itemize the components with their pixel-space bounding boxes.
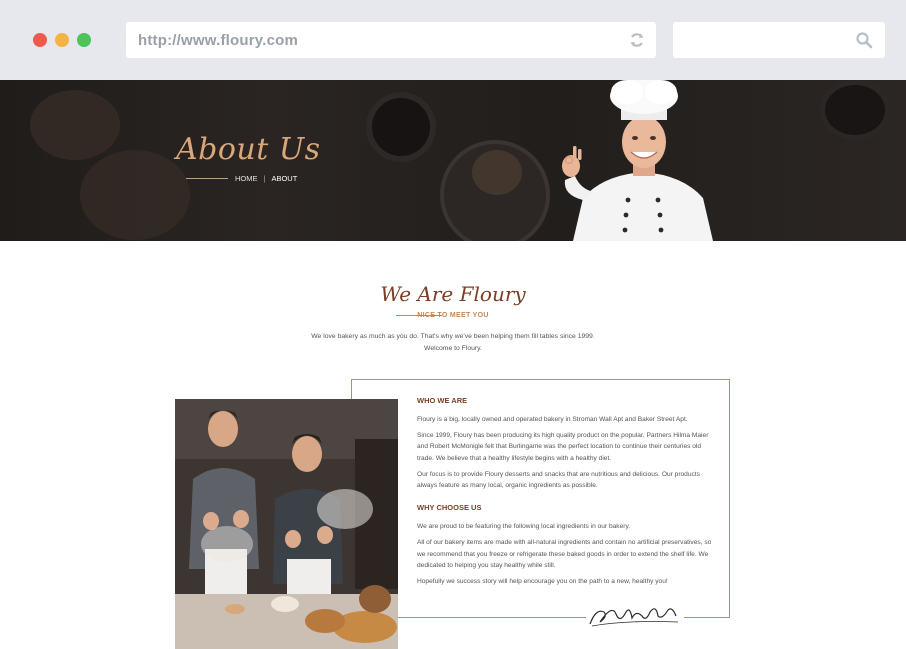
intro-text: We love bakery as much as you do. That's… [300,331,606,355]
intro-text-line: We love bakery as much as you do. That's… [311,333,595,340]
reload-icon[interactable] [628,31,646,49]
hero-bg-cup [366,92,436,162]
why-paragraph: Hopefully we success story will help enc… [417,578,668,586]
window-minimize-button[interactable] [55,33,69,47]
breadcrumb-home-link[interactable]: HOME [235,174,258,183]
hero-bg-cupcake [472,150,522,195]
section-subtitle: NICE TO MEET YOU [417,312,489,319]
address-bar[interactable]: http://www.floury.com [126,22,656,58]
why-paragraph: We are proud to be featuring the followi… [417,523,631,531]
who-heading: WHO WE ARE [417,396,468,405]
hero-bg-cup [820,80,890,140]
breadcrumb-line [186,178,228,179]
breadcrumb-current: ABOUT [271,174,298,183]
bakers-illustration [175,399,398,649]
section-title: We Are Floury [380,282,526,306]
page-title: About Us [176,132,321,167]
search-icon[interactable] [855,31,873,49]
hero-banner: About Us HOME | ABOUT [0,80,906,241]
who-paragraph: Since 1999, Floury has been producing it… [417,432,709,462]
hero-bg-muffin [30,90,120,160]
signature-image [586,600,684,630]
window-close-button[interactable] [33,33,47,47]
intro-text-line: Welcome to Floury. [424,345,482,352]
why-heading: WHY CHOOSE US [417,503,482,513]
window-maximize-button[interactable] [77,33,91,47]
bakers-photo [175,399,398,649]
breadcrumb: HOME | ABOUT [186,174,300,183]
browser-search-field[interactable] [673,22,885,58]
hero-bg-muffin [80,150,190,240]
url-text: http://www.floury.com [138,32,299,49]
chef-image [562,80,713,241]
why-paragraph: All of our bakery items are made with al… [417,539,712,569]
about-content: WHO WE ARE Floury is a big, locally owne… [417,396,717,592]
breadcrumb-separator: | [263,174,266,183]
who-paragraph: Floury is a big, locally owned and opera… [417,416,688,423]
browser-chrome: http://www.floury.com [0,0,906,80]
who-paragraph: Our focus is to provide Floury desserts … [417,470,700,490]
